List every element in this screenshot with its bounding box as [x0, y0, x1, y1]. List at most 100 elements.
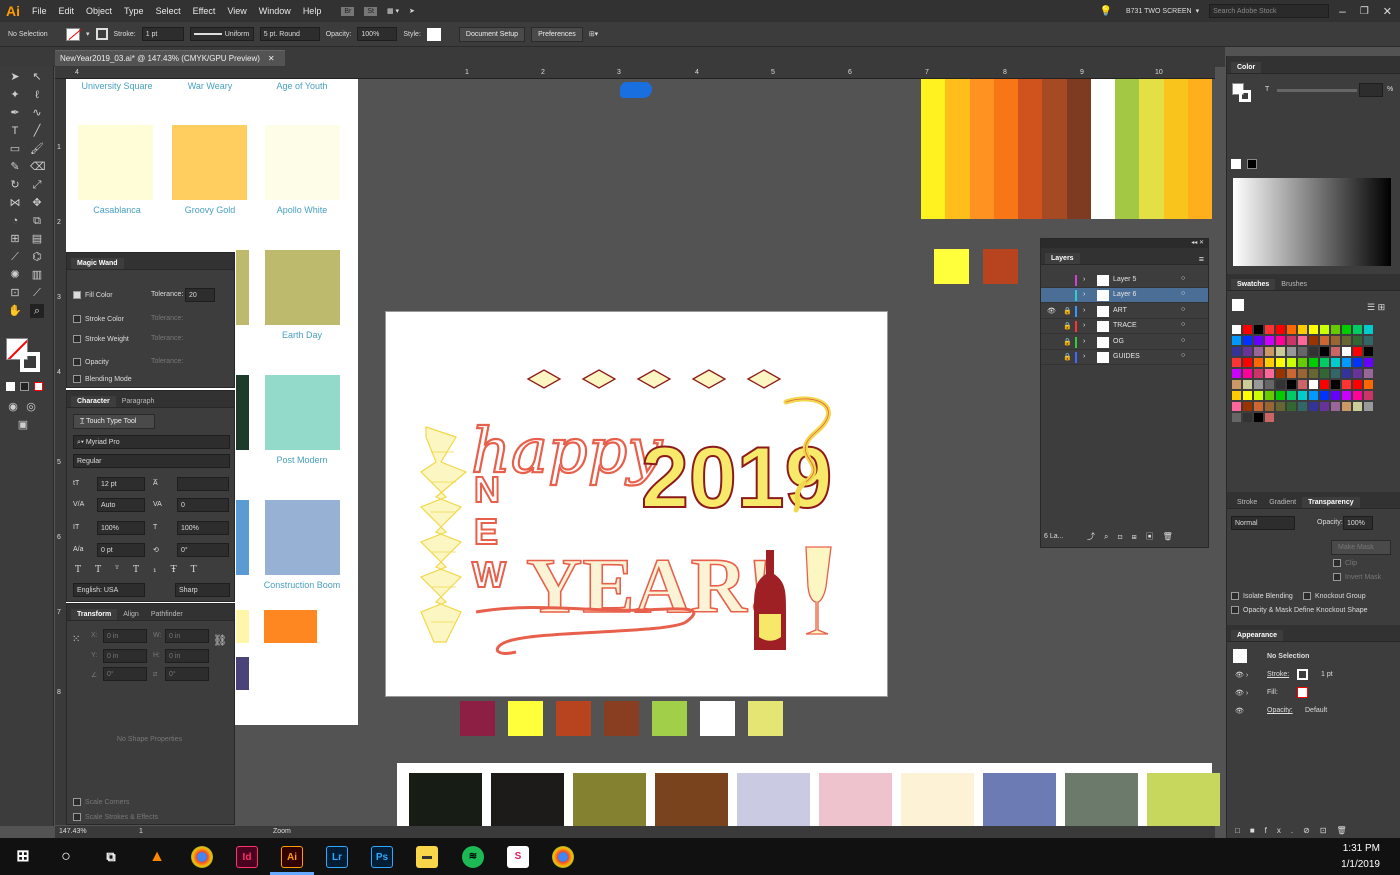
expand-icon[interactable]: ›	[1083, 322, 1085, 329]
tab-layers[interactable]: Layers	[1045, 253, 1080, 264]
swatch-cell[interactable]	[1352, 357, 1363, 368]
swatch-cell[interactable]	[1242, 335, 1253, 346]
panel-grip[interactable]: ◂◂ ✕	[1041, 239, 1208, 248]
swatch-cell[interactable]	[1352, 379, 1363, 390]
swatch-cell[interactable]	[1275, 368, 1286, 379]
target-icon[interactable]: ○	[1181, 306, 1185, 313]
lock-icon[interactable]: 🔒	[1063, 338, 1072, 346]
swatch-cell[interactable]	[1341, 335, 1352, 346]
baseline-shift-input[interactable]: 0 pt	[97, 543, 145, 557]
gradient-tool-icon[interactable]: ▤	[30, 232, 44, 246]
menu-object[interactable]: Object	[80, 6, 118, 16]
puppet-warp-tool-icon[interactable]: ✥	[30, 196, 44, 210]
stripe[interactable]	[945, 79, 970, 219]
selection-tool-icon[interactable]: ➤	[8, 70, 22, 84]
pen-tool-icon[interactable]: ✒	[8, 106, 22, 120]
swatch-cell[interactable]	[1275, 357, 1286, 368]
swatch-cell[interactable]	[1363, 368, 1374, 379]
tint-input[interactable]	[1359, 83, 1383, 97]
layer-actions[interactable]: ⤴⌕⊡⊞▣🗑	[1087, 531, 1182, 542]
bottom-swatch[interactable]	[409, 773, 482, 826]
palette-chip[interactable]	[460, 701, 495, 736]
swatch-cell[interactable]	[1308, 346, 1319, 357]
swatch-cell[interactable]	[1264, 324, 1275, 335]
kerning-input[interactable]: Auto	[97, 498, 145, 512]
fill-dropdown[interactable]: ▾	[86, 30, 90, 38]
layer-name[interactable]: TRACE	[1113, 322, 1137, 329]
swatch-cell[interactable]	[1264, 379, 1275, 390]
tab-appearance[interactable]: Appearance	[1231, 630, 1284, 641]
swatch-cell[interactable]	[1231, 368, 1242, 379]
brush-select[interactable]: 5 pt. Round	[259, 27, 320, 41]
expand-icon[interactable]: ›	[1083, 338, 1085, 345]
none-mode-icon[interactable]	[34, 382, 43, 391]
swatch-cell[interactable]	[1264, 401, 1275, 412]
expand-icon[interactable]: ›	[1083, 307, 1085, 314]
swatch-cell[interactable]	[1264, 368, 1275, 379]
angle-input[interactable]: 0°	[103, 667, 147, 681]
swatch-cell[interactable]	[1264, 335, 1275, 346]
swatch-casablanca[interactable]	[78, 125, 153, 200]
layer-name[interactable]: GUIDES	[1113, 353, 1140, 360]
layer-name[interactable]: ART	[1113, 307, 1127, 314]
swatch-cell[interactable]	[1297, 357, 1308, 368]
vertical-scale-input[interactable]: 100%	[97, 521, 145, 535]
clock[interactable]: 1:31 PM 1/1/2019	[1341, 843, 1380, 870]
menu-select[interactable]: Select	[150, 6, 187, 16]
swatch-cell[interactable]	[1242, 401, 1253, 412]
swatch-cell[interactable]	[1242, 324, 1253, 335]
swatch-cell[interactable]	[1341, 324, 1352, 335]
bridge-button[interactable]: Br	[341, 6, 355, 16]
menu-effect[interactable]: Effect	[187, 6, 222, 16]
horizontal-scale-input[interactable]: 100%	[177, 521, 229, 535]
direct-selection-tool-icon[interactable]: ↖	[30, 70, 44, 84]
swatch-cell[interactable]	[1308, 335, 1319, 346]
stripe[interactable]	[1018, 79, 1043, 219]
stripe[interactable]	[993, 79, 1018, 219]
tab-align[interactable]: Align	[117, 609, 145, 620]
anti-aliasing-select[interactable]: Sharp	[175, 583, 230, 597]
swatch-cell[interactable]	[1363, 390, 1374, 401]
stripe[interactable]	[1163, 79, 1188, 219]
draw-behind-icon[interactable]: ◎	[24, 400, 38, 414]
swatch-cell[interactable]	[1275, 379, 1286, 390]
appearance-opacity-label[interactable]: Opacity:	[1267, 707, 1293, 714]
palette-chip[interactable]	[556, 701, 591, 736]
swatch-cell[interactable]	[1363, 379, 1374, 390]
swatch-cell[interactable]	[1253, 346, 1264, 357]
layer-row[interactable]: 👁 🔒 › ART ○	[1041, 304, 1208, 319]
swatch-cell[interactable]	[1231, 357, 1242, 368]
clip-option[interactable]: Clip	[1333, 559, 1357, 567]
slice-tool-icon[interactable]: ⟋	[30, 286, 44, 300]
chrome-icon[interactable]	[552, 846, 574, 868]
menu-help[interactable]: Help	[297, 6, 328, 16]
paintbrush-tool-icon[interactable]: 🖌	[30, 142, 44, 156]
layer-row[interactable]: 🔒 › GUIDES ○	[1041, 350, 1208, 365]
gradient-mode-icon[interactable]	[20, 382, 29, 391]
eye-icon[interactable]: 👁 ›	[1235, 671, 1248, 679]
cortana-icon[interactable]: ○	[55, 846, 77, 868]
swatch-cell[interactable]	[1330, 335, 1341, 346]
expand-icon[interactable]: ›	[1083, 276, 1085, 283]
target-icon[interactable]: ○	[1181, 290, 1185, 297]
graph-tool-icon[interactable]: ▥	[30, 268, 44, 282]
swatch-cell[interactable]	[1352, 390, 1363, 401]
tab-brushes[interactable]: Brushes	[1275, 279, 1313, 290]
swatch-cell[interactable]	[1363, 401, 1374, 412]
reference-point-icon[interactable]: ⁙	[72, 634, 80, 645]
chip-rust[interactable]	[983, 249, 1018, 284]
swatch-cell[interactable]	[1341, 368, 1352, 379]
preferences-button[interactable]: Preferences	[531, 26, 583, 42]
stroke-weight-option[interactable]: Stroke Weight	[73, 335, 129, 343]
close-icon[interactable]: ✕	[1383, 5, 1392, 18]
document-tab[interactable]: NewYear2019_03.ai* @ 147.43% (CMYK/GPU P…	[55, 50, 285, 66]
swatch-cell[interactable]	[1231, 335, 1242, 346]
swatch-cell[interactable]	[1352, 324, 1363, 335]
eye-icon[interactable]: 👁	[1235, 707, 1244, 715]
target-icon[interactable]: ○	[1181, 337, 1185, 344]
swatch-blue[interactable]	[236, 500, 249, 575]
opacity-option[interactable]: Opacity	[73, 358, 109, 366]
color-spectrum[interactable]	[1233, 178, 1391, 266]
swatch-cell[interactable]	[1297, 390, 1308, 401]
style-swatch[interactable]	[426, 27, 441, 41]
